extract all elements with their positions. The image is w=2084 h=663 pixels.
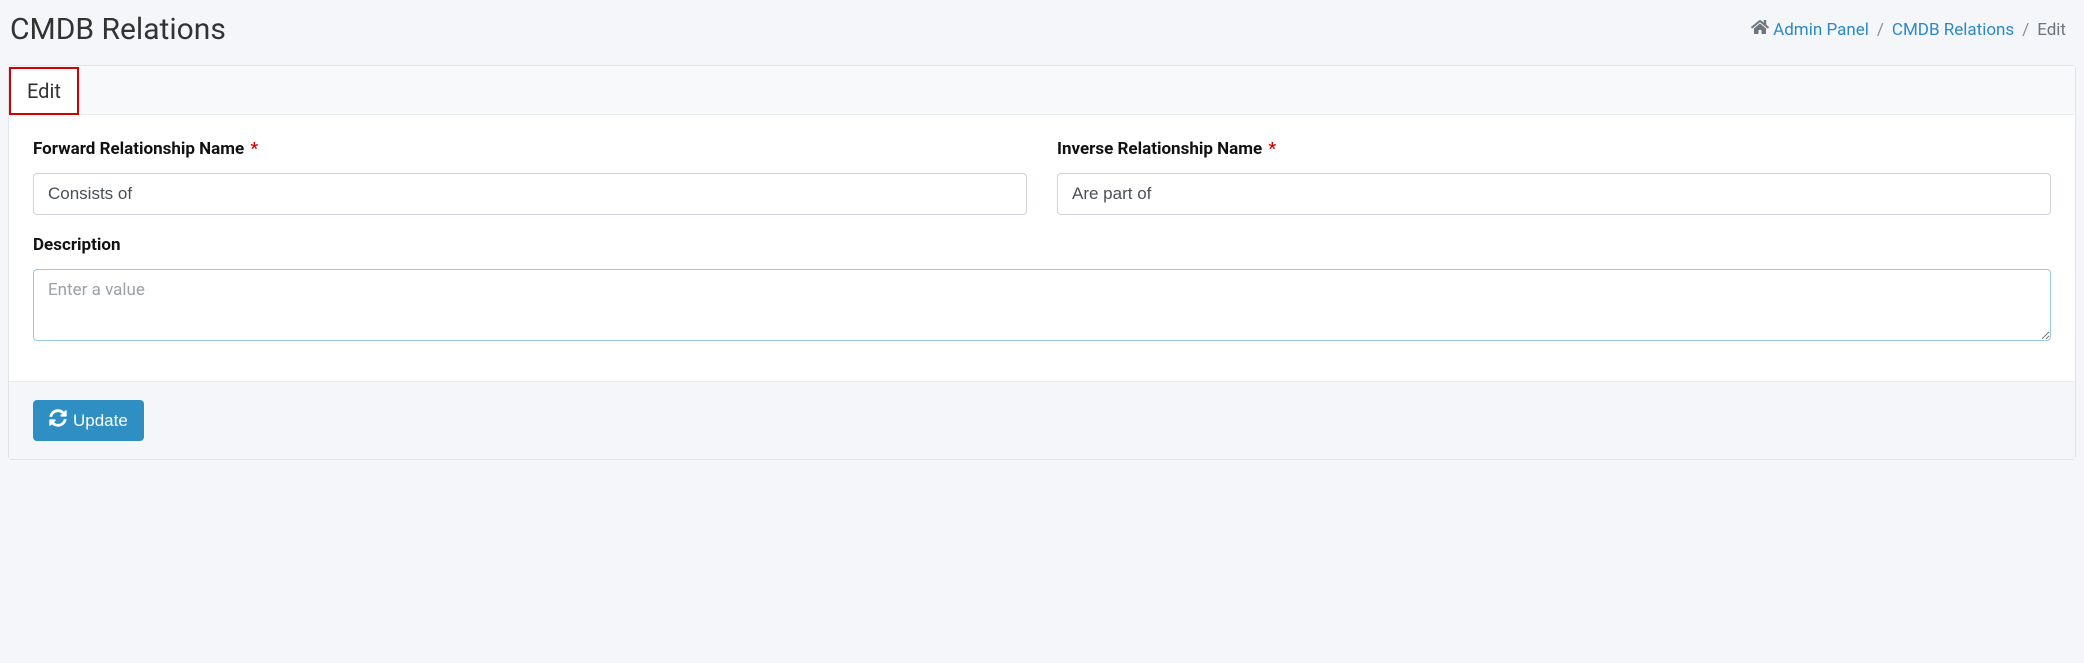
tab-edit[interactable]: Edit [9, 67, 79, 115]
required-mark: * [250, 139, 258, 159]
forward-relationship-input[interactable] [33, 173, 1027, 215]
description-group: Description [33, 235, 2051, 341]
inverse-relationship-label: Inverse Relationship Name * [1057, 139, 2051, 159]
forward-relationship-label: Forward Relationship Name * [33, 139, 1027, 159]
breadcrumb-cmdb-relations[interactable]: CMDB Relations [1892, 20, 2014, 40]
breadcrumb-separator: / [1869, 20, 1892, 40]
card-body: Forward Relationship Name * Inverse Rela… [9, 115, 2075, 381]
inverse-relationship-input[interactable] [1057, 173, 2051, 215]
inverse-relationship-group: Inverse Relationship Name * [1057, 139, 2051, 215]
card-header: Edit [9, 66, 2075, 115]
breadcrumb-current: Edit [2037, 20, 2066, 40]
forward-relationship-group: Forward Relationship Name * [33, 139, 1027, 215]
card-footer: Update [9, 381, 2075, 459]
breadcrumb-separator: / [2014, 20, 2037, 40]
edit-card: Edit Forward Relationship Name * Inverse… [8, 65, 2076, 460]
refresh-icon [49, 409, 67, 432]
page-title: CMDB Relations [10, 12, 226, 47]
description-input[interactable] [33, 269, 2051, 341]
breadcrumb-admin-panel[interactable]: Admin Panel [1773, 20, 1869, 40]
description-label: Description [33, 235, 2051, 255]
update-button[interactable]: Update [33, 400, 144, 441]
breadcrumb: Admin Panel / CMDB Relations / Edit [1751, 19, 2066, 40]
update-button-label: Update [73, 411, 128, 431]
required-mark: * [1268, 139, 1276, 159]
home-icon [1751, 19, 1769, 40]
